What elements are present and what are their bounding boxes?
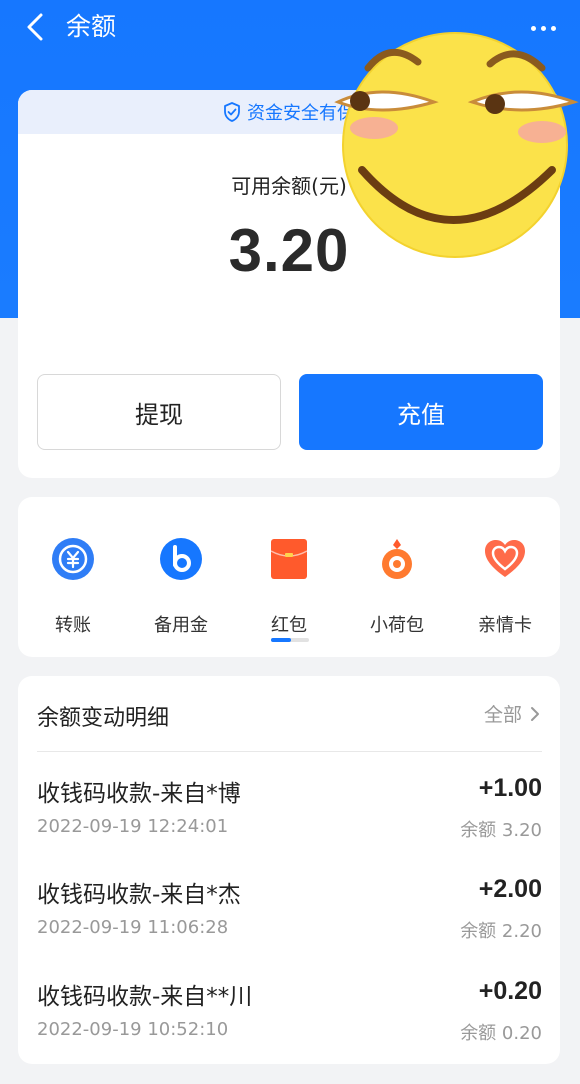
recharge-button[interactable]: 充值 — [299, 374, 543, 450]
view-all-link[interactable]: 全部 — [484, 700, 540, 727]
functions-card: 转账 备用金 红包 小荷包 亲情卡 — [18, 497, 560, 657]
transfer-yuan-icon — [52, 538, 94, 580]
page-indicator-active — [271, 638, 291, 642]
back-button[interactable] — [20, 10, 50, 44]
transaction-title: 收钱码收款-来自*博 — [37, 781, 241, 807]
detail-title: 余额变动明细 — [37, 706, 170, 731]
transaction-title: 收钱码收款-来自*杰 — [37, 882, 241, 908]
transaction-title: 收钱码收款-来自**川 — [37, 984, 253, 1010]
transaction-amount: +2.00 — [478, 875, 542, 903]
function-item-small-purse[interactable]: 小荷包 — [347, 537, 447, 637]
page-indicator — [271, 638, 309, 642]
transaction-balance: 余额 3.20 — [460, 820, 542, 841]
divider — [37, 751, 542, 752]
transaction-time: 2022-09-19 12:24:01 — [37, 816, 229, 837]
function-item-family-card[interactable]: 亲情卡 — [455, 537, 555, 637]
reserve-fund-icon — [160, 538, 202, 580]
transaction-time: 2022-09-19 11:06:28 — [37, 917, 229, 938]
transaction-amount: +0.20 — [478, 977, 542, 1005]
function-label: 亲情卡 — [478, 615, 532, 636]
transaction-time: 2022-09-19 10:52:10 — [37, 1019, 229, 1040]
chevron-right-icon — [531, 706, 539, 721]
function-item-reserve[interactable]: 备用金 — [131, 537, 231, 637]
function-label: 小荷包 — [370, 615, 424, 636]
view-all-label: 全部 — [483, 704, 522, 726]
red-packet-icon — [270, 539, 308, 579]
transaction-row[interactable]: 收钱码收款-来自*杰 +2.00 2022-09-19 11:06:28 余额 … — [18, 875, 560, 975]
function-item-transfer[interactable]: 转账 — [23, 537, 123, 637]
function-item-red-packet[interactable]: 红包 — [239, 537, 339, 637]
chevron-left-icon — [27, 13, 43, 41]
function-label: 备用金 — [154, 615, 208, 636]
withdraw-button[interactable]: 提现 — [37, 374, 281, 450]
page-title: 余额 — [66, 12, 117, 41]
transaction-balance: 余额 2.20 — [460, 921, 542, 942]
small-purse-icon — [382, 539, 412, 579]
transaction-amount: +1.00 — [478, 774, 542, 802]
smiley-emoji-sticker — [334, 32, 579, 258]
function-label: 红包 — [271, 615, 307, 636]
transaction-row[interactable]: 收钱码收款-来自**川 +0.20 2022-09-19 10:52:10 余额… — [18, 977, 560, 1077]
function-label: 转账 — [55, 615, 91, 636]
transaction-row[interactable]: 收钱码收款-来自*博 +1.00 2022-09-19 12:24:01 余额 … — [18, 774, 560, 874]
family-card-icon — [485, 540, 525, 577]
balance-detail-card: 余额变动明细 全部 收钱码收款-来自*博 +1.00 2022-09-19 12… — [18, 676, 560, 1064]
shield-check-icon — [223, 102, 241, 122]
transaction-balance: 余额 0.20 — [460, 1023, 542, 1044]
